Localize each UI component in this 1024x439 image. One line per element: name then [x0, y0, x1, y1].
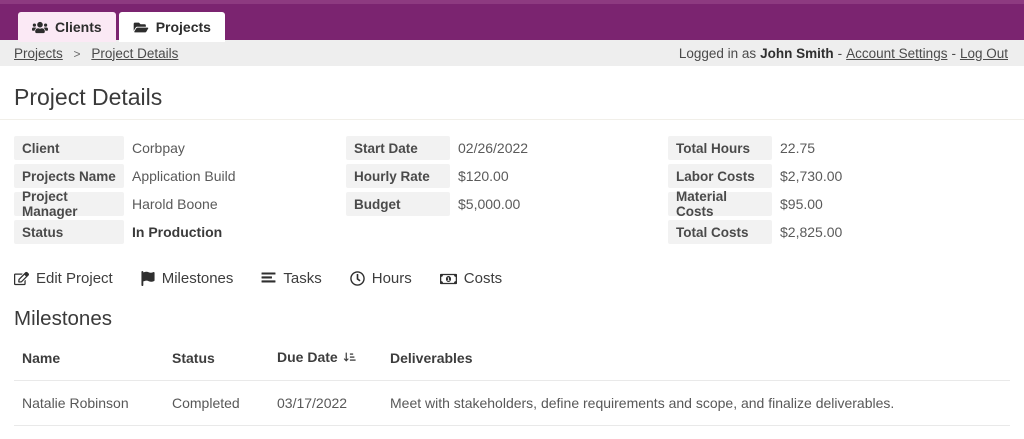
detail-row-budget: Budget $5,000.00 — [346, 192, 668, 216]
tasks-button[interactable]: Tasks — [261, 270, 321, 287]
detail-label: Client — [14, 136, 124, 160]
detail-label: Material Costs — [668, 192, 772, 216]
page-title: Project Details — [14, 84, 1010, 111]
detail-value: Corbpay — [132, 136, 185, 160]
table-header-row: Name Status Due Date Deliverables — [14, 343, 1010, 381]
breadcrumb-link-project-details[interactable]: Project Details — [91, 46, 178, 61]
detail-row-hourly-rate: Hourly Rate $120.00 — [346, 164, 668, 188]
detail-label: Total Costs — [668, 220, 772, 244]
detail-row-total-hours: Total Hours 22.75 — [668, 136, 1010, 160]
hours-button[interactable]: Hours — [350, 270, 412, 287]
milestone-due-date-cell: 03/17/2022 — [269, 381, 382, 426]
detail-value: 02/26/2022 — [458, 136, 528, 160]
status-value: In Production — [132, 220, 222, 244]
milestones-title: Milestones — [14, 307, 1010, 331]
tab-strip: Clients Projects — [18, 12, 225, 42]
sort-amount-icon[interactable] — [343, 351, 356, 367]
breadcrumb-separator: > — [74, 47, 81, 61]
column-header-status[interactable]: Status — [164, 343, 269, 381]
title-divider — [0, 119, 1024, 120]
costs-button[interactable]: Costs — [440, 270, 502, 287]
breadcrumb-link-projects[interactable]: Projects — [14, 46, 63, 61]
column-header-deliverables[interactable]: Deliverables — [382, 343, 1010, 381]
detail-value: Application Build — [132, 164, 236, 188]
table-row[interactable]: Natalie Robinson Completed 03/17/2022 Me… — [14, 381, 1010, 426]
column-header-due-date[interactable]: Due Date — [269, 343, 382, 381]
column-header-name[interactable]: Name — [14, 343, 164, 381]
breadcrumb-bar: Projects > Project Details Logged in as … — [0, 40, 1024, 66]
detail-label: Start Date — [346, 136, 450, 160]
details-column-3: Total Hours 22.75 Labor Costs $2,730.00 … — [668, 136, 1010, 244]
milestone-deliverables-cell: Meet with stakeholders, define requireme… — [382, 381, 1010, 426]
action-label: Costs — [464, 270, 502, 287]
tab-clients[interactable]: Clients — [18, 12, 116, 42]
tab-projects[interactable]: Projects — [119, 12, 225, 42]
action-label: Hours — [372, 270, 412, 287]
milestone-status-cell: Completed — [164, 381, 269, 426]
edit-icon — [14, 271, 29, 286]
detail-value: $2,730.00 — [780, 164, 842, 188]
detail-value: $120.00 — [458, 164, 509, 188]
detail-value: $5,000.00 — [458, 192, 520, 216]
detail-row-start-date: Start Date 02/26/2022 — [346, 136, 668, 160]
milestones-button[interactable]: Milestones — [141, 270, 234, 287]
edit-project-button[interactable]: Edit Project — [14, 270, 113, 287]
project-details-grid: Client Corbpay Projects Name Application… — [14, 136, 1010, 244]
top-navigation-bar: Clients Projects — [0, 0, 1024, 40]
detail-value: 22.75 — [780, 136, 815, 160]
detail-label: Total Hours — [668, 136, 772, 160]
breadcrumb: Projects > Project Details — [14, 46, 178, 61]
detail-row-projects-name: Projects Name Application Build — [14, 164, 346, 188]
account-settings-link[interactable]: Account Settings — [846, 46, 947, 61]
tasks-icon — [261, 272, 276, 285]
action-label: Edit Project — [36, 270, 113, 287]
detail-label: Projects Name — [14, 164, 124, 188]
logout-link[interactable]: Log Out — [960, 46, 1008, 61]
flag-icon — [141, 271, 155, 286]
tab-label: Clients — [55, 19, 102, 35]
folder-open-icon — [133, 21, 149, 34]
details-column-1: Client Corbpay Projects Name Application… — [14, 136, 346, 244]
detail-row-labor-costs: Labor Costs $2,730.00 — [668, 164, 1010, 188]
user-session-bar: Logged in as John Smith - Account Settin… — [679, 46, 1008, 61]
action-label: Tasks — [283, 270, 321, 287]
money-icon — [440, 272, 457, 286]
main-content: Project Details Client Corbpay Projects … — [0, 84, 1024, 426]
detail-label: Labor Costs — [668, 164, 772, 188]
logged-in-prefix: Logged in as — [679, 46, 756, 61]
users-icon — [32, 21, 48, 34]
detail-value: $95.00 — [780, 192, 823, 216]
milestones-table: Name Status Due Date Deliverables Natali… — [14, 343, 1010, 426]
clock-icon — [350, 271, 365, 286]
detail-row-project-manager: Project Manager Harold Boone — [14, 192, 346, 216]
tab-label: Projects — [156, 19, 211, 35]
detail-value: Harold Boone — [132, 192, 218, 216]
detail-label: Hourly Rate — [346, 164, 450, 188]
username: John Smith — [760, 46, 834, 61]
milestone-name-cell: Natalie Robinson — [14, 381, 164, 426]
detail-row-client: Client Corbpay — [14, 136, 346, 160]
project-actions: Edit Project Milestones Tasks Hours Cost… — [14, 270, 1010, 287]
detail-row-total-costs: Total Costs $2,825.00 — [668, 220, 1010, 244]
detail-value: $2,825.00 — [780, 220, 842, 244]
detail-label: Status — [14, 220, 124, 244]
detail-label: Budget — [346, 192, 450, 216]
detail-label: Project Manager — [14, 192, 124, 216]
dash-separator: - — [838, 46, 843, 61]
detail-row-status: Status In Production — [14, 220, 346, 244]
action-label: Milestones — [162, 270, 234, 287]
dash-separator: - — [951, 46, 956, 61]
detail-row-material-costs: Material Costs $95.00 — [668, 192, 1010, 216]
details-column-2: Start Date 02/26/2022 Hourly Rate $120.0… — [346, 136, 668, 244]
